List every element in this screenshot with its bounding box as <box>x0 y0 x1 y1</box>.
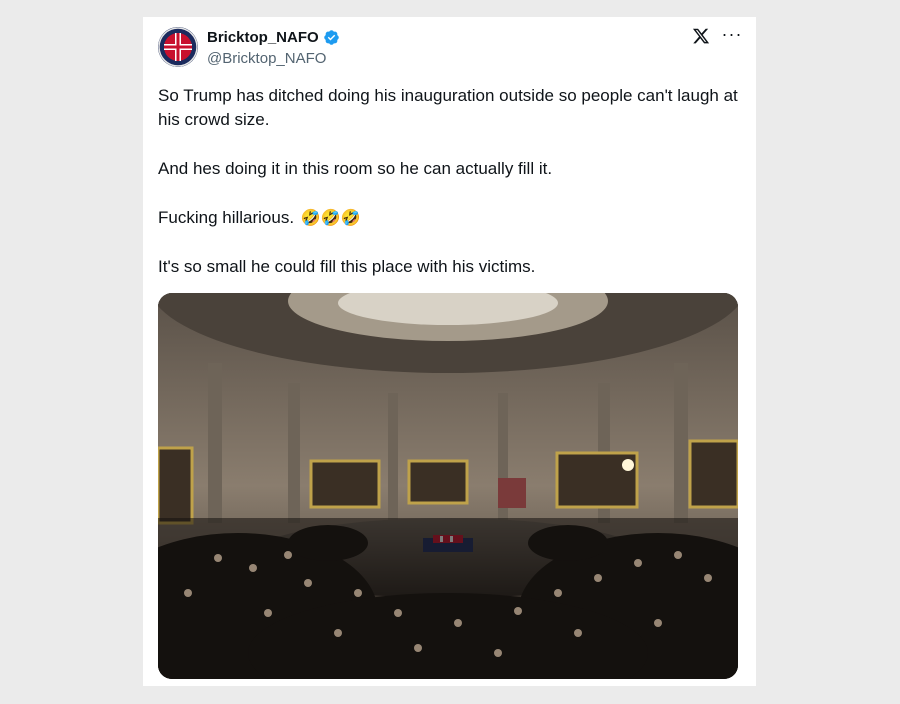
post-text-paragraph-2: And hes doing it in this room so he can … <box>158 159 553 178</box>
post-text-paragraph-3-text: Fucking hillarious. <box>158 208 295 227</box>
verified-badge-icon <box>323 30 339 45</box>
avatar-emblem-icon <box>158 27 198 67</box>
post-media-image[interactable] <box>158 293 738 679</box>
post-text-paragraph-1: So Trump has ditched doing his inaugurat… <box>158 86 738 129</box>
more-options-icon[interactable]: ··· <box>721 24 743 46</box>
laughing-emoji: 🤣🤣🤣 <box>300 210 361 227</box>
author-display-name[interactable]: Bricktop_NAFO <box>207 29 319 46</box>
avatar[interactable] <box>158 27 198 67</box>
author-name-row[interactable]: Bricktop_NAFO <box>207 29 340 46</box>
post-text-paragraph-3: Fucking hillarious. 🤣🤣🤣 <box>158 206 738 231</box>
author-handle[interactable]: @Bricktop_NAFO <box>207 50 326 67</box>
post-text-paragraph-4: It's so small he could fill this place w… <box>158 257 536 276</box>
rotunda-photo-icon <box>158 293 738 679</box>
x-logo-icon[interactable] <box>692 27 712 47</box>
post-card: Bricktop_NAFO @Bricktop_NAFO ··· So Trum… <box>143 17 756 686</box>
